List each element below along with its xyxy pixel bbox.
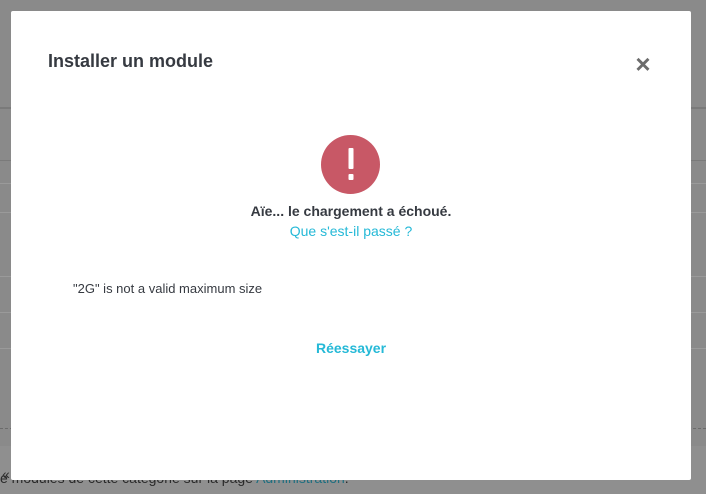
close-icon: ×: [635, 49, 651, 79]
exclamation-icon: [321, 135, 380, 194]
modal-title: Installer un module: [48, 51, 214, 71]
error-heading: Aïe... le chargement a échoué.: [250, 203, 452, 219]
what-happened-link[interactable]: Que s'est-il passé ?: [11, 223, 691, 239]
close-button[interactable]: ×: [631, 49, 655, 79]
error-message: "2G" is not a valid maximum size: [73, 281, 263, 296]
exclamation-glyph: [348, 147, 353, 180]
install-module-modal: Installer un module × Aïe... le chargeme…: [11, 11, 691, 480]
retry-button[interactable]: Réessayer: [11, 340, 691, 356]
